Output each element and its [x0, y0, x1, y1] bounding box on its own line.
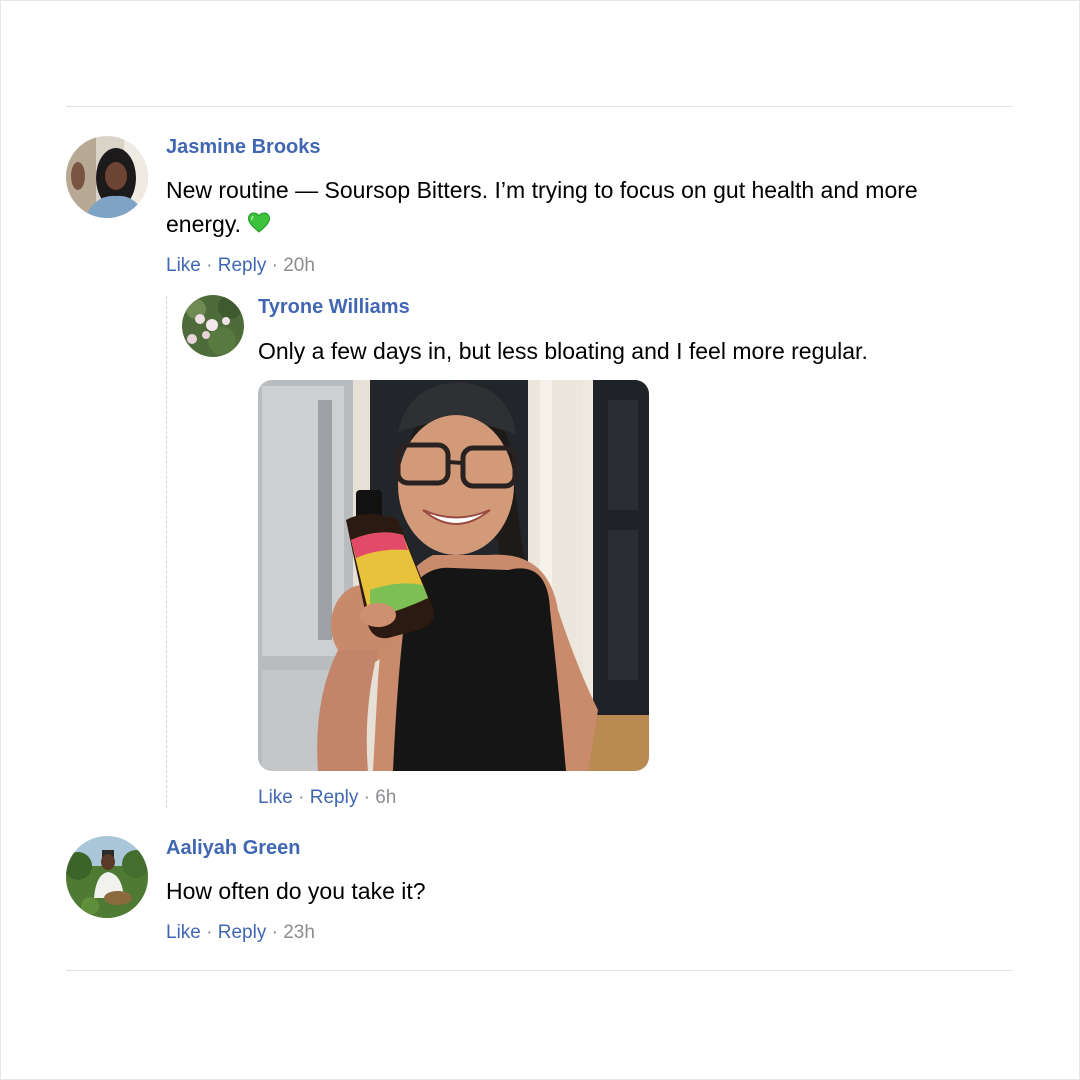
like-button[interactable]: Like: [258, 787, 293, 808]
comment-author[interactable]: Jasmine Brooks: [166, 136, 321, 159]
timestamp[interactable]: 23h: [283, 922, 315, 943]
avatar[interactable]: [66, 836, 148, 918]
comment-text-line2: energy.: [166, 207, 271, 241]
comment-actions: Like · Reply · 23h: [166, 922, 315, 944]
reply-button[interactable]: Reply: [218, 922, 267, 943]
comment-author[interactable]: Tyrone Williams: [258, 296, 410, 319]
comment-text-end: energy.: [166, 211, 242, 237]
comment-text: How often do you take it?: [166, 878, 426, 904]
separator: ·: [298, 787, 305, 808]
separator: ·: [271, 922, 278, 943]
attached-photo[interactable]: [258, 380, 649, 771]
like-button[interactable]: Like: [166, 255, 201, 276]
reply-button[interactable]: Reply: [310, 787, 359, 808]
green-heart-icon: [247, 211, 271, 237]
separator: ·: [271, 255, 278, 276]
bottom-divider: [66, 970, 1013, 971]
like-button[interactable]: Like: [166, 922, 201, 943]
comment-actions: Like · Reply · 20h: [166, 255, 315, 277]
reply-button[interactable]: Reply: [218, 255, 267, 276]
comment-actions: Like · Reply · 6h: [258, 787, 396, 809]
timestamp[interactable]: 6h: [375, 787, 396, 808]
reply-thread-line: [166, 296, 167, 808]
avatar[interactable]: [66, 136, 148, 218]
comment-text-line1: New routine — Soursop Bitters. I’m tryin…: [166, 177, 918, 203]
separator: ·: [206, 255, 213, 276]
separator: ·: [206, 922, 213, 943]
separator: ·: [363, 787, 370, 808]
timestamp[interactable]: 20h: [283, 255, 315, 276]
comment-text: Only a few days in, but less bloating an…: [258, 338, 868, 364]
avatar[interactable]: [182, 295, 244, 357]
comment-author[interactable]: Aaliyah Green: [166, 837, 301, 860]
top-divider: [66, 106, 1013, 107]
